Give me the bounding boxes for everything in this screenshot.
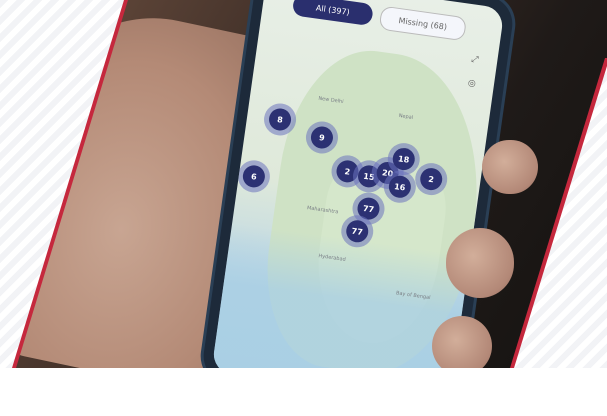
- filter-all-button[interactable]: All (397): [291, 0, 374, 27]
- map-sea: [211, 222, 470, 368]
- finger: [482, 140, 538, 194]
- expand-icon[interactable]: ⤢: [471, 55, 480, 66]
- finger: [446, 228, 514, 298]
- finger: [432, 316, 492, 368]
- map-cluster[interactable]: 6: [241, 163, 267, 189]
- locate-icon[interactable]: ◎: [467, 78, 476, 89]
- filter-missing-button[interactable]: Missing (68): [378, 5, 468, 42]
